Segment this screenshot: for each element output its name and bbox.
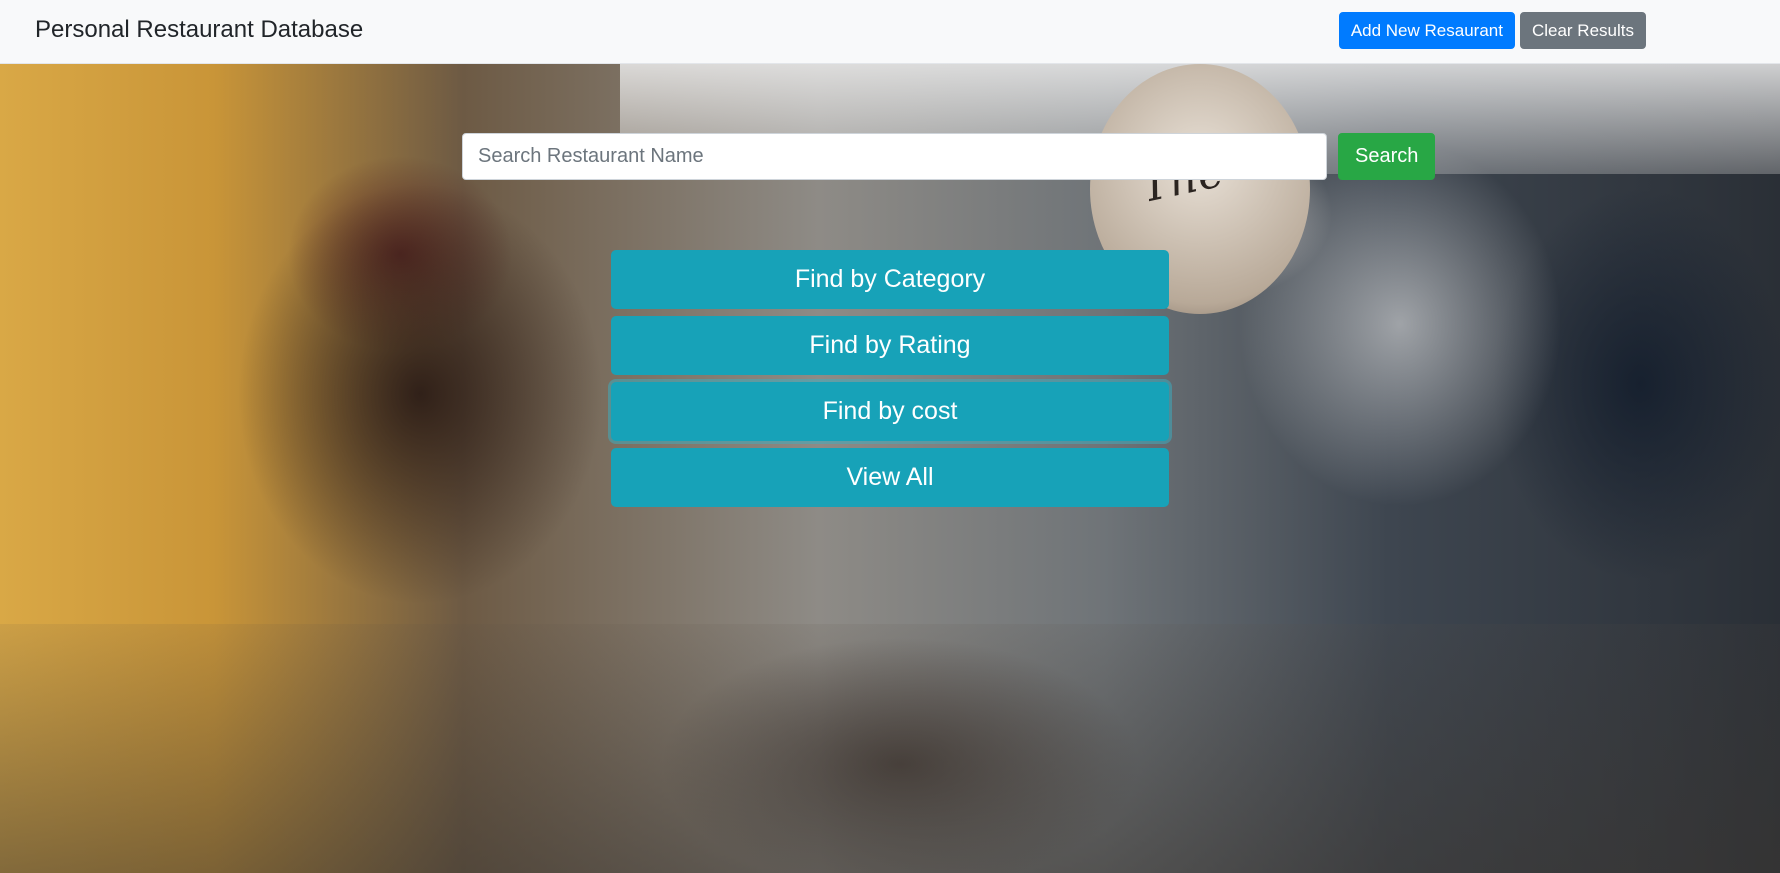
search-restaurant-input[interactable]: [462, 133, 1327, 180]
add-new-restaurant-button[interactable]: Add New Resaurant: [1338, 12, 1515, 49]
brand-title[interactable]: Personal Restaurant Database: [35, 16, 363, 44]
filter-button-group: Find by Category Find by Rating Find by …: [611, 250, 1169, 514]
search-button[interactable]: Search: [1338, 133, 1436, 180]
find-by-cost-button[interactable]: Find by cost: [611, 382, 1169, 441]
find-by-rating-button[interactable]: Find by Rating: [611, 316, 1169, 375]
view-all-button[interactable]: View All: [611, 448, 1169, 507]
find-by-category-button[interactable]: Find by Category: [611, 250, 1169, 309]
search-bar: Search: [462, 133, 1436, 180]
market-counter: [0, 624, 1780, 873]
navbar-actions: Add New Resaurant Clear Results: [1338, 12, 1646, 49]
clear-results-button[interactable]: Clear Results: [1519, 12, 1646, 49]
top-navbar: Personal Restaurant Database Add New Res…: [0, 0, 1780, 64]
